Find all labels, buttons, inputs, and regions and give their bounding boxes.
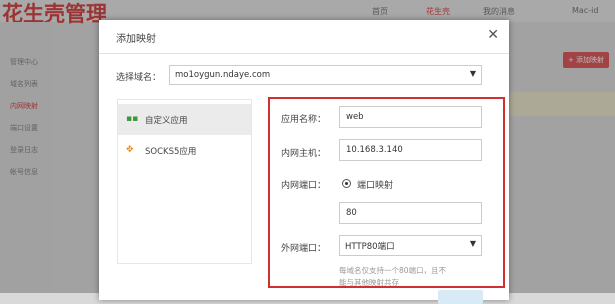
- domain-select-value: mo1oygun.ndaye.com: [175, 70, 271, 80]
- port-mapping-radio[interactable]: [342, 179, 351, 188]
- tab-socks5-app[interactable]: ✥ SOCKS5应用: [118, 135, 251, 166]
- app-name-input[interactable]: web: [339, 106, 482, 128]
- port-label: 内网端口：: [281, 181, 327, 191]
- ext-port-label: 外网端口：: [281, 244, 327, 254]
- port-note-line1: 每域名仅支持一个80端口，且不: [339, 266, 447, 275]
- domain-label: 选择域名：: [116, 73, 162, 83]
- app-name-label: 应用名称：: [281, 115, 327, 125]
- dialog-header: 添加映射 ✕: [99, 20, 509, 54]
- ext-port-select[interactable]: HTTP80端口 ▼: [339, 235, 482, 256]
- port-mapping-label: 端口映射: [357, 181, 394, 191]
- app-name-value: web: [346, 112, 364, 122]
- dialog-title: 添加映射: [116, 34, 156, 45]
- tab-custom-app-label: 自定义应用: [145, 116, 188, 126]
- chevron-down-icon: ▼: [469, 239, 476, 248]
- host-input[interactable]: 10.168.3.140: [339, 139, 482, 161]
- ext-port-value: HTTP80端口: [345, 242, 395, 252]
- port-note-line2: 能与其他映射共存: [339, 278, 399, 287]
- tab-socks5-app-label: SOCKS5应用: [145, 147, 197, 157]
- add-mapping-dialog: 添加映射 ✕ 选择域名： mo1oygun.ndaye.com ▼ ▪▪ 自定义…: [99, 20, 509, 304]
- host-value: 10.168.3.140: [346, 145, 403, 155]
- confirm-button[interactable]: [438, 290, 483, 304]
- domain-select[interactable]: mo1oygun.ndaye.com ▼: [169, 65, 482, 85]
- grid-icon: ▪▪: [126, 114, 139, 124]
- tab-custom-app[interactable]: ▪▪ 自定义应用: [118, 104, 251, 135]
- port-value: 80: [346, 208, 357, 218]
- chevron-down-icon: ▼: [469, 69, 476, 78]
- plugin-icon: ✥: [126, 145, 134, 155]
- port-input[interactable]: 80: [339, 202, 482, 224]
- host-label: 内网主机：: [281, 149, 327, 159]
- app-type-tabs: ▪▪ 自定义应用 ✥ SOCKS5应用: [117, 99, 252, 264]
- close-icon[interactable]: ✕: [487, 27, 499, 43]
